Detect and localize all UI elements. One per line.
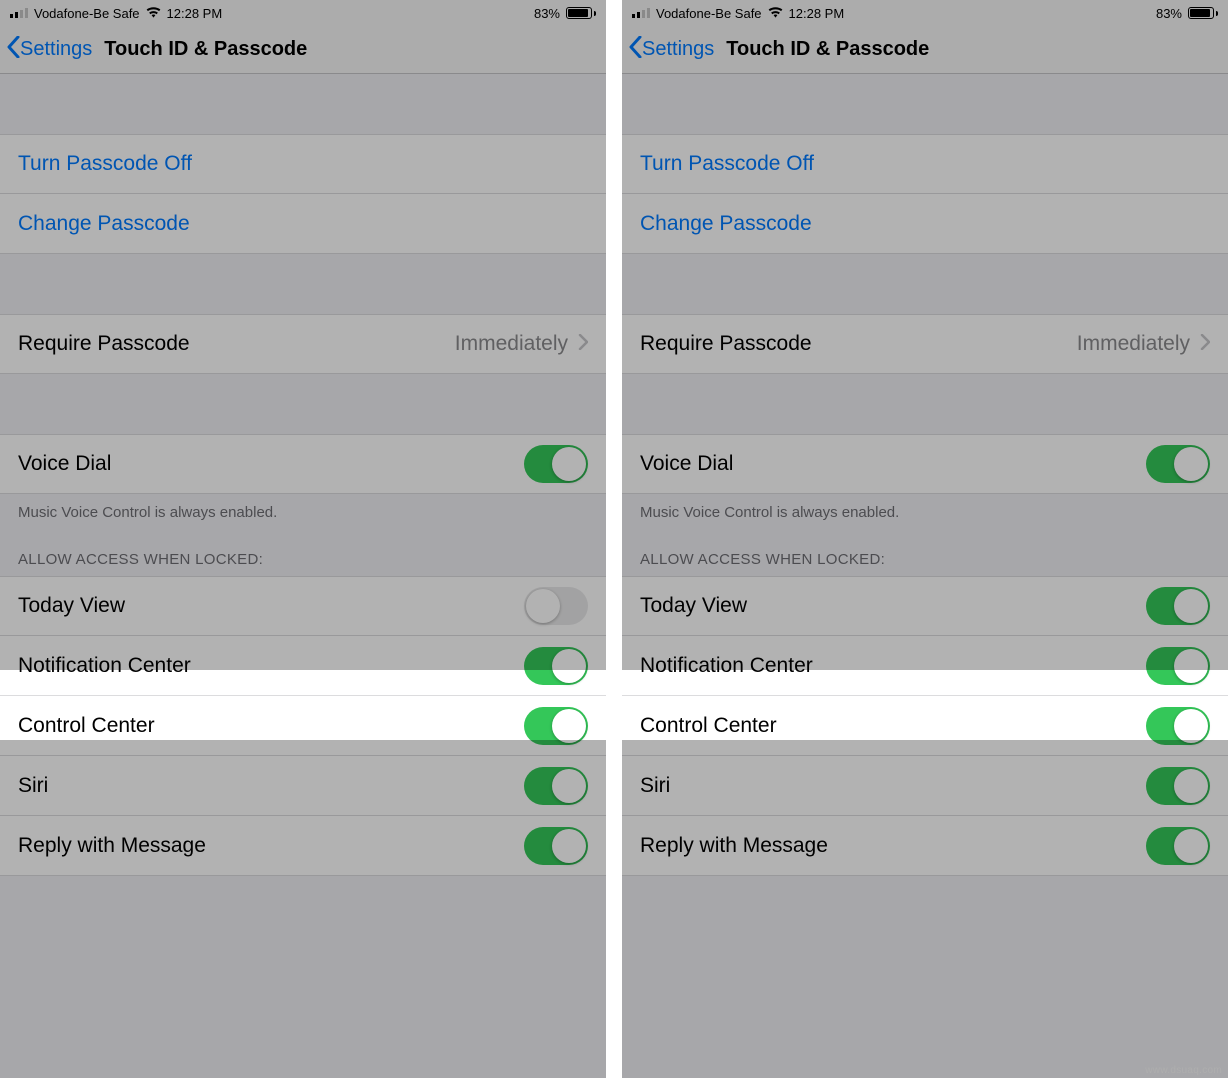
spacer [0, 254, 606, 314]
wifi-icon [146, 6, 161, 21]
chevron-left-icon [628, 36, 642, 64]
row-label: Voice Dial [18, 452, 111, 476]
row-label: Control Center [640, 714, 777, 738]
row-label: Change Passcode [18, 212, 190, 236]
require-passcode-row[interactable]: Require Passcode Immediately [0, 314, 606, 374]
carrier-label: Vodafone-Be Safe [656, 6, 762, 21]
spacer [622, 374, 1228, 434]
today-view-toggle[interactable] [524, 587, 588, 625]
row-label: Require Passcode [18, 332, 190, 356]
today-view-row: Today View [622, 576, 1228, 636]
chevron-left-icon [6, 36, 20, 64]
reply-message-row: Reply with Message [0, 816, 606, 876]
page-title: Touch ID & Passcode [726, 38, 929, 61]
battery-percent: 83% [534, 6, 560, 21]
control-center-toggle[interactable] [524, 707, 588, 745]
require-passcode-row[interactable]: Require Passcode Immediately [622, 314, 1228, 374]
status-bar: Vodafone-Be Safe 12:28 PM 83% [0, 0, 606, 26]
siri-row: Siri [622, 756, 1228, 816]
row-label: Today View [18, 594, 125, 618]
voice-dial-toggle[interactable] [1146, 445, 1210, 483]
notification-center-row: Notification Center [622, 636, 1228, 696]
voice-dial-footer: Music Voice Control is always enabled. [622, 494, 1228, 521]
back-button[interactable]: Settings [622, 36, 714, 64]
control-center-row: Control Center [0, 696, 606, 756]
notification-center-toggle[interactable] [1146, 647, 1210, 685]
clock-label: 12:28 PM [789, 6, 845, 21]
row-label: Voice Dial [640, 452, 733, 476]
voice-dial-row: Voice Dial [0, 434, 606, 494]
phone-right: Vodafone-Be Safe 12:28 PM 83% Settings T… [622, 0, 1228, 1078]
reply-message-toggle[interactable] [1146, 827, 1210, 865]
back-button[interactable]: Settings [0, 36, 92, 64]
today-view-toggle[interactable] [1146, 587, 1210, 625]
row-label: Control Center [18, 714, 155, 738]
wifi-icon [768, 6, 783, 21]
phone-left: Vodafone-Be Safe 12:28 PM 83% Settings T… [0, 0, 606, 1078]
page-title: Touch ID & Passcode [104, 38, 307, 61]
section-header: ALLOW ACCESS WHEN LOCKED: [622, 521, 1228, 576]
today-view-row: Today View [0, 576, 606, 636]
siri-toggle[interactable] [524, 767, 588, 805]
row-label: Siri [18, 774, 48, 798]
voice-dial-footer: Music Voice Control is always enabled. [0, 494, 606, 521]
signal-icon [10, 8, 28, 18]
row-label: Turn Passcode Off [18, 152, 192, 176]
siri-toggle[interactable] [1146, 767, 1210, 805]
row-label: Reply with Message [640, 834, 828, 858]
turn-passcode-off-row[interactable]: Turn Passcode Off [0, 134, 606, 194]
spacer [622, 74, 1228, 134]
row-label: Today View [640, 594, 747, 618]
row-label: Require Passcode [640, 332, 812, 356]
back-label: Settings [20, 38, 92, 61]
siri-row: Siri [0, 756, 606, 816]
spacer [622, 254, 1228, 314]
change-passcode-row[interactable]: Change Passcode [0, 194, 606, 254]
voice-dial-toggle[interactable] [524, 445, 588, 483]
back-label: Settings [642, 38, 714, 61]
row-label: Notification Center [18, 654, 191, 678]
turn-passcode-off-row[interactable]: Turn Passcode Off [622, 134, 1228, 194]
row-label: Notification Center [640, 654, 813, 678]
reply-message-toggle[interactable] [524, 827, 588, 865]
control-center-toggle[interactable] [1146, 707, 1210, 745]
notification-center-toggle[interactable] [524, 647, 588, 685]
battery-icon [566, 7, 596, 19]
voice-dial-row: Voice Dial [622, 434, 1228, 494]
row-label: Turn Passcode Off [640, 152, 814, 176]
status-bar: Vodafone-Be Safe 12:28 PM 83% [622, 0, 1228, 26]
watermark: www.dsuaq.com [1145, 1065, 1222, 1076]
nav-bar: Settings Touch ID & Passcode [622, 26, 1228, 74]
reply-message-row: Reply with Message [622, 816, 1228, 876]
row-value: Immediately [1077, 332, 1190, 356]
chevron-right-icon [578, 332, 588, 356]
row-label: Siri [640, 774, 670, 798]
nav-bar: Settings Touch ID & Passcode [0, 26, 606, 74]
spacer [0, 74, 606, 134]
clock-label: 12:28 PM [167, 6, 223, 21]
notification-center-row: Notification Center [0, 636, 606, 696]
spacer [0, 374, 606, 434]
battery-percent: 83% [1156, 6, 1182, 21]
control-center-row: Control Center [622, 696, 1228, 756]
chevron-right-icon [1200, 332, 1210, 356]
row-label: Change Passcode [640, 212, 812, 236]
row-value: Immediately [455, 332, 568, 356]
signal-icon [632, 8, 650, 18]
change-passcode-row[interactable]: Change Passcode [622, 194, 1228, 254]
carrier-label: Vodafone-Be Safe [34, 6, 140, 21]
row-label: Reply with Message [18, 834, 206, 858]
battery-icon [1188, 7, 1218, 19]
section-header: ALLOW ACCESS WHEN LOCKED: [0, 521, 606, 576]
